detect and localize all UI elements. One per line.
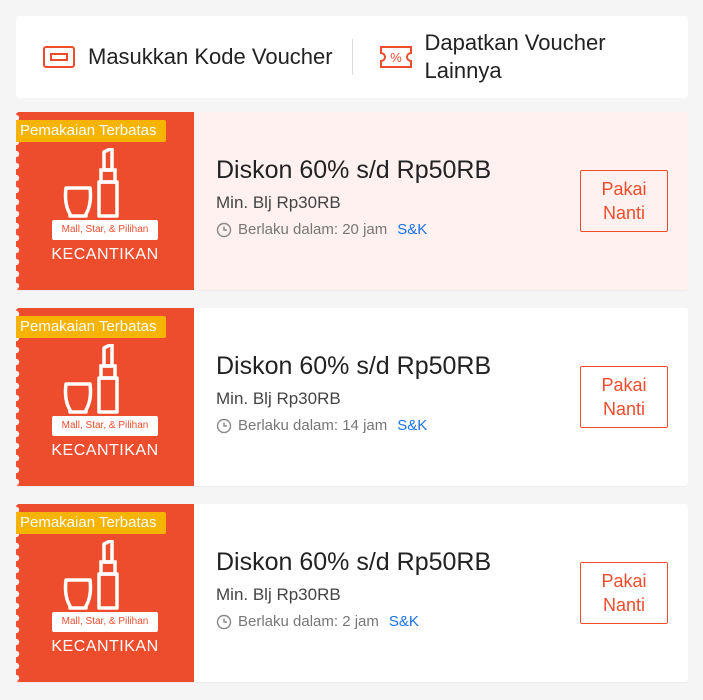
edge-notch <box>16 174 20 182</box>
mall-star-tag: Mall, Star, & Pilihan <box>52 612 158 632</box>
voucher-min-spend: Min. Blj Rp30RB <box>216 193 341 212</box>
terms-link[interactable]: S&K <box>389 613 419 630</box>
voucher-expiry-text: Berlaku dalam: 14 jam <box>238 417 388 434</box>
edge-notch <box>16 418 20 426</box>
edge-notch <box>16 578 20 586</box>
voucher-card: Mall, Star, & Pilihan KECANTIKAN Pemakai… <box>16 504 688 682</box>
use-later-button[interactable]: Pakai Nanti <box>580 170 668 232</box>
clock-icon <box>216 418 232 433</box>
terms-link[interactable]: S&K <box>397 417 427 434</box>
more-vouchers-button[interactable]: % Dapatkan Voucher Lainnya <box>353 16 689 98</box>
more-vouchers-label: Dapatkan Voucher Lainnya <box>424 30 606 83</box>
voucher-expiry-text: Berlaku dalam: 20 jam <box>238 221 388 238</box>
edge-notch <box>16 394 20 402</box>
edge-notch <box>16 270 20 278</box>
voucher-card: Mall, Star, & Pilihan KECANTIKAN Pemakai… <box>16 308 688 486</box>
edge-notch <box>16 370 20 378</box>
edge-notch <box>16 674 20 682</box>
voucher-card: Mall, Star, & Pilihan KECANTIKAN Pemakai… <box>16 112 688 290</box>
voucher-info: Diskon 60% s/d Rp50RB Min. Blj Rp30RB Be… <box>216 352 491 434</box>
voucher-expiry: Berlaku dalam: 20 jam S&K <box>216 221 491 238</box>
enter-voucher-code-button[interactable]: Masukkan Kode Voucher <box>16 16 352 98</box>
edge-notch <box>16 566 20 574</box>
limited-usage-badge: Pemakaian Terbatas <box>16 316 167 338</box>
edge-notch <box>16 662 20 670</box>
edge-notch <box>16 346 20 354</box>
voucher-category-panel: Mall, Star, & Pilihan KECANTIKAN Pemakai… <box>16 504 194 682</box>
voucher-category-label: KECANTIKAN <box>51 246 159 263</box>
clock-icon <box>216 614 232 629</box>
edge-notch <box>16 198 20 206</box>
edge-notch <box>16 282 20 290</box>
voucher-category-label: KECANTIKAN <box>51 442 159 459</box>
limited-usage-badge: Pemakaian Terbatas <box>16 120 167 142</box>
edge-notch <box>16 406 20 414</box>
edge-notch <box>16 590 20 598</box>
edge-notch <box>16 626 20 634</box>
voucher-category-panel: Mall, Star, & Pilihan KECANTIKAN Pemakai… <box>16 308 194 486</box>
edge-notch <box>16 162 20 170</box>
svg-text:%: % <box>390 50 402 65</box>
voucher-topbar: Masukkan Kode Voucher % Dapatkan Voucher… <box>16 16 688 98</box>
voucher-info: Diskon 60% s/d Rp50RB Min. Blj Rp30RB Be… <box>216 156 491 238</box>
voucher-title: Diskon 60% s/d Rp50RB <box>216 548 492 576</box>
voucher-code-icon <box>43 46 75 68</box>
edge-notch <box>16 554 20 562</box>
voucher-min-spend: Min. Blj Rp30RB <box>216 389 341 408</box>
discount-ticket-icon: % <box>379 46 412 68</box>
edge-notch <box>16 210 20 218</box>
clock-icon <box>216 222 232 237</box>
terms-link[interactable]: S&K <box>397 221 427 238</box>
mall-star-tag: Mall, Star, & Pilihan <box>52 416 158 436</box>
use-later-button[interactable]: Pakai Nanti <box>580 562 668 624</box>
voucher-min-spend: Min. Blj Rp30RB <box>216 585 341 604</box>
voucher-expiry-text: Berlaku dalam: 2 jam <box>238 613 379 630</box>
edge-notch <box>16 478 20 486</box>
edge-notch <box>16 234 20 242</box>
voucher-expiry: Berlaku dalam: 14 jam S&K <box>216 417 491 434</box>
voucher-category-panel: Mall, Star, & Pilihan KECANTIKAN Pemakai… <box>16 112 194 290</box>
voucher-title: Diskon 60% s/d Rp50RB <box>216 352 492 380</box>
limited-usage-badge: Pemakaian Terbatas <box>16 512 167 534</box>
edge-notch <box>16 614 20 622</box>
edge-notch <box>16 186 20 194</box>
voucher-category-label: KECANTIKAN <box>51 638 159 655</box>
edge-notch <box>16 358 20 366</box>
voucher-expiry: Berlaku dalam: 2 jam S&K <box>216 613 491 630</box>
mall-star-tag: Mall, Star, & Pilihan <box>52 220 158 240</box>
edge-notch <box>16 466 20 474</box>
use-later-button[interactable]: Pakai Nanti <box>580 366 668 428</box>
edge-notch <box>16 150 20 158</box>
edge-notch <box>16 222 20 230</box>
enter-voucher-code-label: Masukkan Kode Voucher <box>88 44 333 69</box>
edge-notch <box>16 602 20 610</box>
voucher-title: Diskon 60% s/d Rp50RB <box>216 156 492 184</box>
edge-notch <box>16 430 20 438</box>
edge-notch <box>16 382 20 390</box>
voucher-info: Diskon 60% s/d Rp50RB Min. Blj Rp30RB Be… <box>216 548 491 630</box>
edge-notch <box>16 542 20 550</box>
